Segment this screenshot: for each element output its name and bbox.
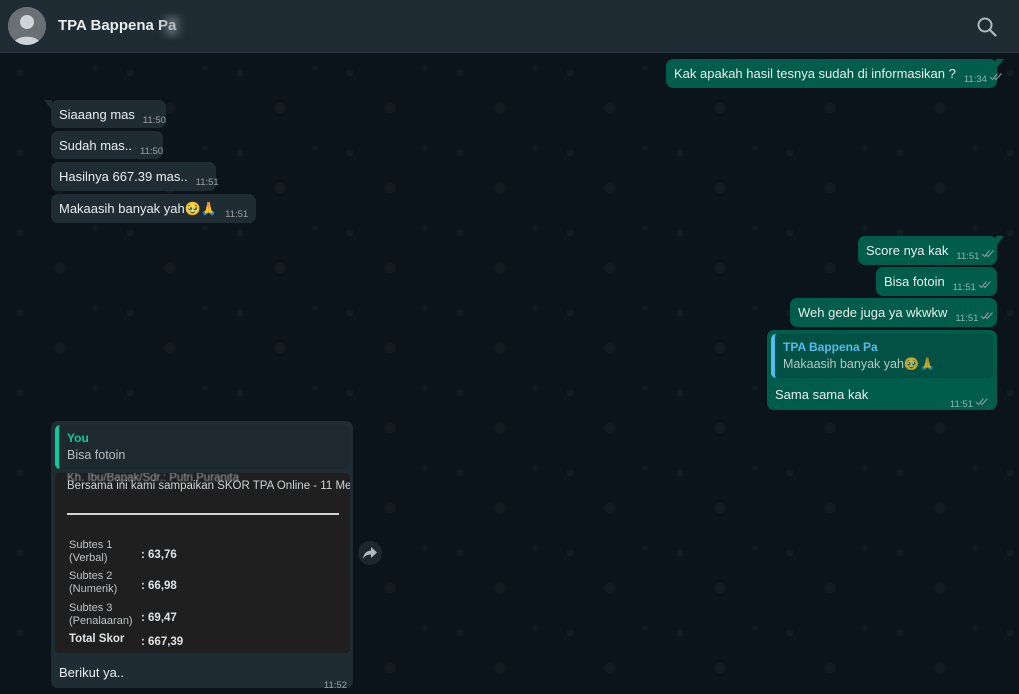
quoted-text: Makaasih banyak yah🥹🙏 (783, 357, 936, 371)
total-score-value: : 667,39 (141, 636, 184, 648)
avatar-icon[interactable] (8, 7, 46, 45)
reply-message-bubble[interactable]: TPA Bappena Pa Makaasih banyak yah🥹🙏 Sam… (767, 330, 997, 410)
quoted-text: Bisa fotoin (67, 448, 126, 462)
message-text: Berikut ya.. (59, 665, 125, 680)
quoted-message[interactable]: You Bisa fotoin (55, 425, 349, 469)
score-value: : 63,76 (141, 549, 177, 561)
message-time: 11:52 (323, 680, 347, 691)
message-text: Siaaang mas (59, 107, 135, 122)
double-check-icon (980, 307, 994, 325)
message-bubble[interactable]: Sudah mas.. 11:50 (51, 131, 163, 159)
message-time: 11:51 (195, 177, 219, 188)
chat-header: TPA Bappena Pa (0, 0, 1019, 53)
double-check-icon (981, 245, 995, 263)
score-value: : 69,47 (141, 612, 177, 624)
message-time: 11:51 (952, 282, 976, 293)
score-screenshot-image[interactable]: Kh. Ibu/Bapak/Sdr.: Putri Puranita Bersa… (55, 473, 350, 653)
message-time: 11:50 (142, 115, 166, 126)
message-time: 11:51 (956, 251, 980, 262)
double-check-icon (978, 276, 992, 294)
message-time: 11:34 (963, 74, 987, 85)
message-time: 11:51 (225, 209, 249, 220)
message-bubble[interactable]: Kak apakah hasil tesnya sudah di informa… (666, 59, 1004, 88)
message-text: Weh gede juga ya wkwkw (798, 305, 948, 320)
quoted-author: TPA Bappena Pa (783, 340, 878, 354)
quoted-message[interactable]: TPA Bappena Pa Makaasih banyak yah🥹🙏 (771, 334, 993, 378)
score-label: Subtes 2 (Numerik) (69, 570, 118, 595)
score-label: Subtes 3 (Penalaaran) (69, 602, 133, 627)
message-text: Hasilnya 667.39 mas.. (59, 169, 188, 184)
message-text: Sama sama kak (775, 387, 869, 402)
message-bubble[interactable]: Hasilnya 667.39 mas.. 11:51 (51, 162, 219, 191)
message-text: Kak apakah hasil tesnya sudah di informa… (674, 66, 956, 81)
double-check-icon (975, 395, 989, 413)
message-time: 11:50 (140, 146, 164, 157)
message-text: Sudah mas.. (59, 138, 132, 153)
message-time: 11:51 (949, 399, 973, 410)
score-intro: Bersama ini kami sampaikan SKOR TPA Onli… (67, 480, 350, 492)
score-value: : 66,98 (141, 580, 177, 592)
chat-area[interactable]: Kak apakah hasil tesnya sudah di informa… (0, 53, 1019, 694)
search-icon[interactable] (974, 14, 1000, 40)
divider (67, 513, 339, 515)
message-bubble[interactable]: Score nya kak 11:51 (858, 236, 1004, 265)
forward-icon[interactable] (358, 541, 382, 565)
message-text: Score nya kak (866, 243, 949, 258)
message-bubble[interactable]: Weh gede juga ya wkwkw 11:51 (790, 298, 997, 327)
whatsapp-chat-window: TPA Bappena Pa Kak apakah hasil tesnya s… (0, 0, 1019, 694)
message-bubble[interactable]: Bisa fotoin 11:51 (876, 267, 997, 296)
message-bubble[interactable]: Siaaang mas 11:50 (44, 100, 166, 128)
message-bubble[interactable]: Makaasih banyak yah🥹🙏 11:51 (51, 194, 256, 223)
contact-name-blur (160, 16, 184, 36)
contact-name[interactable]: TPA Bappena Pa (58, 17, 176, 34)
total-score-label: Total Skor (69, 633, 125, 645)
message-text: Bisa fotoin (884, 274, 945, 289)
message-time: 11:51 (955, 313, 979, 324)
double-check-icon (989, 68, 1003, 86)
quoted-author: You (67, 431, 89, 445)
score-label: Subtes 1 (Verbal) (69, 539, 113, 564)
image-reply-bubble[interactable]: You Bisa fotoin Kh. Ibu/Bapak/Sdr.: Putr… (51, 421, 353, 691)
message-text: Makaasih banyak yah🥹🙏 (59, 201, 218, 216)
